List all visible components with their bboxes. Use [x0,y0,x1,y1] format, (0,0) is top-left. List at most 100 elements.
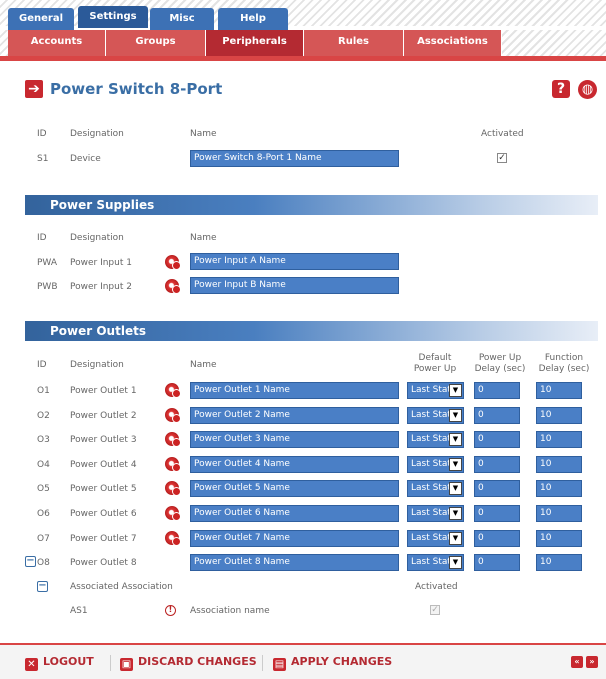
configure-icon[interactable] [165,531,181,546]
collapse-icon[interactable]: − [37,581,48,592]
configure-icon[interactable] [165,481,181,496]
device-activated-checkbox[interactable]: ✓ [497,153,507,163]
discard-label: DISCARD CHANGES [138,655,257,668]
configure-icon[interactable] [165,408,181,423]
function-delay-input[interactable]: 10 [536,431,582,448]
outlet-designation: Power Outlet 3 [70,435,137,445]
globe-icon[interactable]: ◍ [578,80,597,99]
outlet-name-input[interactable]: Power Outlet 8 Name [190,554,399,571]
col-header-designation: Designation [70,129,124,139]
power-up-delay-input[interactable]: 0 [474,480,520,497]
assoc-name: Association name [190,606,270,616]
tab-settings[interactable]: Settings [78,6,148,28]
dropdown-arrow-icon[interactable]: ▼ [449,409,462,422]
po-header-name: Name [190,360,217,370]
device-id: S1 [37,154,49,164]
po-header-default-power-up: Default Power Up [406,353,464,375]
outlet-name-input[interactable]: Power Outlet 7 Name [190,530,399,547]
function-delay-input[interactable]: 10 [536,382,582,399]
function-delay-input[interactable]: 10 [536,456,582,473]
outlet-designation: Power Outlet 8 [70,558,137,568]
po-header-function-delay: Function Delay (sec) [534,353,594,375]
outlet-name-input[interactable]: Power Outlet 3 Name [190,431,399,448]
default-power-up-select[interactable]: Last State ▼ [407,505,464,522]
ps-name-input[interactable]: Power Input B Name [190,277,399,294]
outlet-designation: Power Outlet 6 [70,509,137,519]
help-icon[interactable]: ? [552,80,570,98]
power-up-delay-input[interactable]: 0 [474,456,520,473]
dropdown-arrow-icon[interactable]: ▼ [449,384,462,397]
tab-peripherals[interactable]: Peripherals [206,30,304,56]
ps-name-input[interactable]: Power Input A Name [190,253,399,270]
configure-icon[interactable] [165,279,181,294]
header-line: Power Up [413,364,457,374]
power-up-delay-input[interactable]: 0 [474,530,520,547]
apply-changes-button[interactable]: ▤ APPLY CHANGES [273,654,393,671]
arrow-right-icon: ➔ [25,80,43,98]
collapse-icon[interactable]: − [25,556,36,567]
outlet-name-input[interactable]: Power Outlet 4 Name [190,456,399,473]
ps-designation: Power Input 1 [70,258,132,268]
function-delay-input[interactable]: 10 [536,530,582,547]
power-up-delay-input[interactable]: 0 [474,382,520,399]
footer-separator [262,655,263,671]
ps-header-id: ID [37,233,47,243]
tab-help[interactable]: Help [218,8,288,30]
outlet-name-input[interactable]: Power Outlet 1 Name [190,382,399,399]
po-header-designation: Designation [70,360,124,370]
dropdown-arrow-icon[interactable]: ▼ [449,458,462,471]
function-delay-input[interactable]: 10 [536,480,582,497]
next-icon[interactable]: » [586,656,598,668]
default-power-up-select[interactable]: Last State ▼ [407,407,464,424]
ps-designation: Power Input 2 [70,282,132,292]
power-outlets-header: Power Outlets [25,321,598,341]
default-power-up-select[interactable]: Last State ▼ [407,530,464,547]
default-power-up-select[interactable]: Last State ▼ [407,431,464,448]
function-delay-input[interactable]: 10 [536,505,582,522]
tab-misc[interactable]: Misc [150,8,214,30]
configure-icon[interactable] [165,383,181,398]
device-designation: Device [70,154,101,164]
function-delay-input[interactable]: 10 [536,407,582,424]
dropdown-arrow-icon[interactable]: ▼ [449,556,462,569]
tab-general[interactable]: General [8,8,74,30]
outlet-designation: Power Outlet 7 [70,534,137,544]
tab-associations[interactable]: Associations [404,30,502,56]
assoc-id: AS1 [70,606,88,616]
save-icon: ▤ [273,658,286,671]
dropdown-arrow-icon[interactable]: ▼ [449,482,462,495]
configure-icon[interactable] [165,506,181,521]
close-icon: ✕ [25,658,38,671]
outlet-name-input[interactable]: Power Outlet 5 Name [190,480,399,497]
configure-icon[interactable] [165,457,181,472]
default-power-up-select[interactable]: Last State ▼ [407,382,464,399]
tab-groups[interactable]: Groups [106,30,206,56]
dropdown-arrow-icon[interactable]: ▼ [449,433,462,446]
outlet-name-input[interactable]: Power Outlet 2 Name [190,407,399,424]
default-power-up-select[interactable]: Last State ▼ [407,480,464,497]
dropdown-arrow-icon[interactable]: ▼ [449,532,462,545]
function-delay-input[interactable]: 10 [536,554,582,571]
power-up-delay-input[interactable]: 0 [474,505,520,522]
configure-icon[interactable] [165,432,181,447]
info-icon[interactable]: ! [165,605,176,616]
power-up-delay-input[interactable]: 0 [474,407,520,424]
discard-icon: ▣ [120,658,133,671]
default-power-up-select[interactable]: Last State ▼ [407,456,464,473]
device-name-input[interactable]: Power Switch 8-Port 1 Name [190,150,399,167]
configure-icon[interactable] [165,255,181,270]
default-power-up-select[interactable]: Last State ▼ [407,554,464,571]
tab-rules[interactable]: Rules [304,30,404,56]
sub-tab-bar: Accounts Groups Peripherals Rules Associ… [0,30,606,56]
previous-icon[interactable]: « [571,656,583,668]
power-up-delay-input[interactable]: 0 [474,554,520,571]
discard-changes-button[interactable]: ▣ DISCARD CHANGES [120,654,257,671]
tab-accounts[interactable]: Accounts [8,30,106,56]
logout-button[interactable]: ✕ LOGOUT [25,654,94,671]
power-up-delay-input[interactable]: 0 [474,431,520,448]
outlet-name-input[interactable]: Power Outlet 6 Name [190,505,399,522]
dropdown-arrow-icon[interactable]: ▼ [449,507,462,520]
apply-label: APPLY CHANGES [291,655,393,668]
col-header-activated: Activated [481,129,524,139]
po-header-power-up-delay: Power Up Delay (sec) [470,353,530,375]
